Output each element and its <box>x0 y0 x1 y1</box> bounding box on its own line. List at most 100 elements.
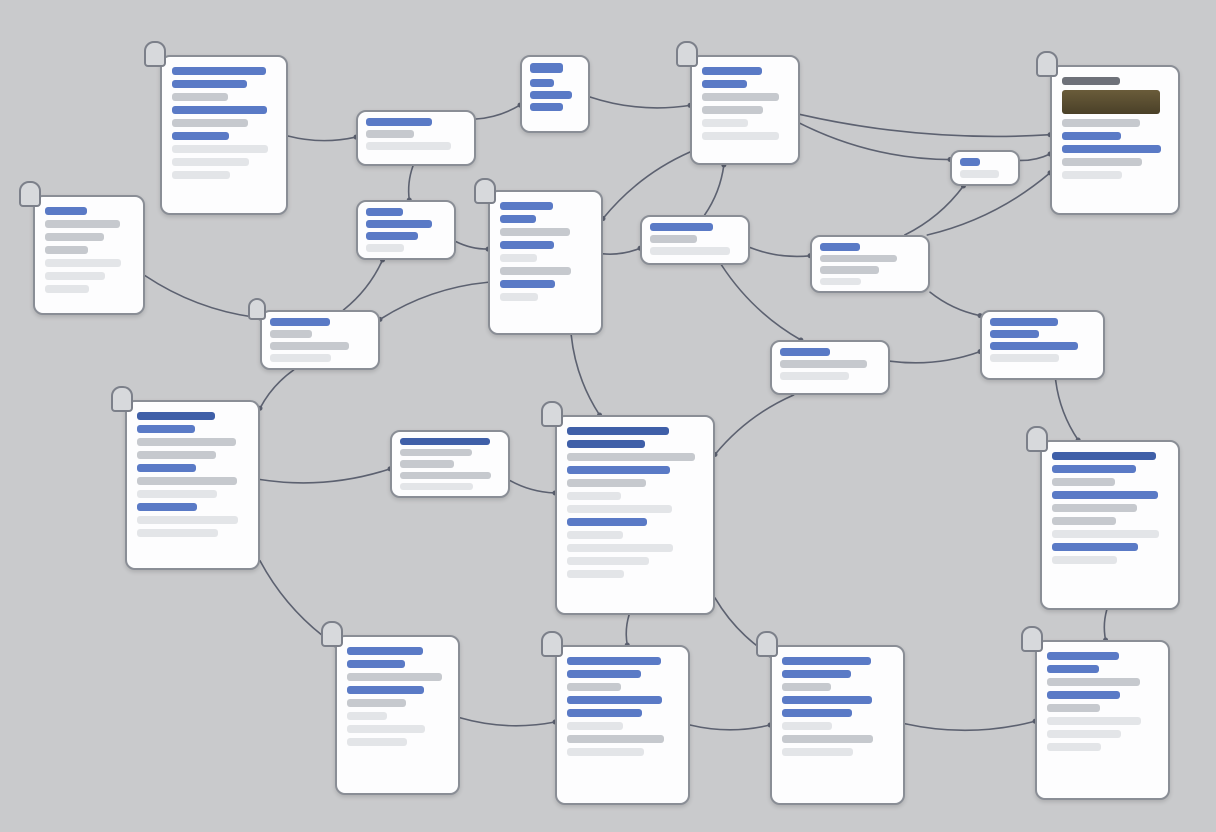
diagram-node[interactable] <box>125 400 260 570</box>
content-bar <box>366 232 418 240</box>
connection-edge <box>603 152 690 219</box>
content-bar <box>172 132 229 140</box>
diagram-node[interactable] <box>980 310 1105 380</box>
content-bar <box>400 438 490 445</box>
connection-edge <box>721 265 800 340</box>
content-bar <box>347 660 405 668</box>
content-bar <box>1052 478 1115 486</box>
content-bar <box>366 244 404 252</box>
content-bar <box>500 280 555 288</box>
content-bar <box>990 318 1058 326</box>
node-tag-icon <box>248 298 266 320</box>
content-bar <box>702 93 779 101</box>
diagram-node[interactable] <box>1035 640 1170 800</box>
diagram-node[interactable] <box>260 310 380 370</box>
connection-edge <box>930 292 980 315</box>
diagram-node[interactable] <box>640 215 750 265</box>
connection-edge <box>800 114 1050 136</box>
content-bar <box>567 518 647 526</box>
content-bar <box>702 67 762 75</box>
diagram-node[interactable] <box>555 415 715 615</box>
diagram-node[interactable] <box>390 430 510 498</box>
connection-edge <box>626 615 629 645</box>
diagram-node[interactable] <box>356 110 476 166</box>
diagram-node[interactable] <box>690 55 800 165</box>
content-bar <box>567 683 621 691</box>
content-bar <box>1052 556 1117 564</box>
content-bar <box>1047 704 1100 712</box>
diagram-node[interactable] <box>33 195 145 315</box>
content-bar <box>1047 730 1121 738</box>
content-bar <box>45 259 121 267</box>
diagram-node[interactable] <box>950 150 1020 186</box>
content-bar <box>172 80 247 88</box>
node-tag-icon <box>1026 426 1048 452</box>
content-bar <box>530 79 554 87</box>
diagram-node[interactable] <box>488 190 603 335</box>
connection-edge <box>800 123 950 159</box>
content-bar <box>567 722 623 730</box>
node-tag-icon <box>1036 51 1058 77</box>
content-bar <box>650 223 713 231</box>
content-bar <box>650 235 697 243</box>
diagram-node[interactable] <box>520 55 590 133</box>
content-bar <box>45 220 120 228</box>
content-bar <box>45 233 104 241</box>
connection-edge <box>343 260 382 310</box>
content-bar <box>567 453 695 461</box>
connection-edge <box>571 335 599 415</box>
node-tag-icon <box>541 401 563 427</box>
content-bar <box>1052 465 1136 473</box>
connection-edge <box>288 136 356 141</box>
content-bar <box>782 748 853 756</box>
diagram-node[interactable] <box>1040 440 1180 610</box>
content-bar <box>137 438 236 446</box>
content-bar <box>567 479 646 487</box>
content-bar <box>400 460 454 467</box>
node-tag-icon <box>541 631 563 657</box>
content-bar <box>702 106 763 114</box>
node-tag-icon <box>321 621 343 647</box>
content-bar <box>172 106 267 114</box>
content-bar <box>1047 652 1119 660</box>
content-bar <box>137 529 218 537</box>
diagram-node[interactable] <box>810 235 930 293</box>
content-bar <box>500 202 553 210</box>
content-bar <box>567 709 642 717</box>
diagram-node[interactable] <box>770 645 905 805</box>
content-bar <box>1062 119 1140 127</box>
content-bar <box>1047 691 1120 699</box>
content-bar <box>567 670 641 678</box>
content-bar <box>567 570 624 578</box>
content-bar <box>1062 90 1160 114</box>
connection-edge <box>456 242 488 249</box>
content-bar <box>960 158 980 166</box>
node-tag-icon <box>676 41 698 67</box>
content-bar <box>702 80 747 88</box>
diagram-node[interactable] <box>555 645 690 805</box>
content-bar <box>400 449 472 456</box>
diagram-node[interactable] <box>335 635 460 795</box>
content-bar <box>137 451 216 459</box>
content-bar <box>1062 132 1121 140</box>
diagram-node[interactable] <box>160 55 288 215</box>
connection-edge <box>905 721 1035 730</box>
content-bar <box>172 171 230 179</box>
content-bar <box>172 93 228 101</box>
content-bar <box>960 170 999 178</box>
diagram-node[interactable] <box>356 200 456 260</box>
content-bar <box>400 472 491 479</box>
diagram-node[interactable] <box>770 340 890 395</box>
node-tag-icon <box>111 386 133 412</box>
content-bar <box>270 318 330 326</box>
content-bar <box>1062 145 1161 153</box>
connection-edge <box>476 105 520 119</box>
content-bar <box>137 477 237 485</box>
connection-edge <box>750 248 810 257</box>
content-bar <box>500 241 554 249</box>
content-bar <box>500 267 571 275</box>
diagram-node[interactable] <box>1050 65 1180 215</box>
content-bar <box>137 464 196 472</box>
content-bar <box>782 722 832 730</box>
content-bar <box>137 503 197 511</box>
